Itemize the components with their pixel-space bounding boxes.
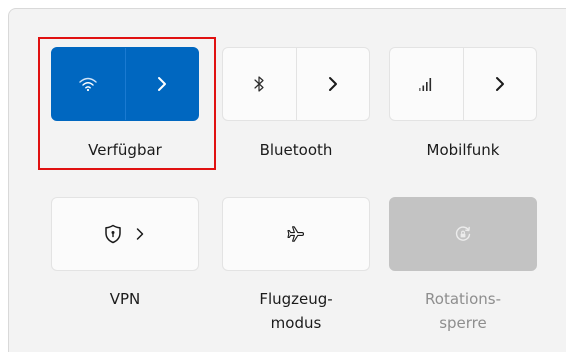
rotation-lock-icon xyxy=(455,226,471,241)
bluetooth-icon xyxy=(254,76,264,92)
rotation-lock-label-line1: Rotations- xyxy=(425,290,501,308)
chevron-right-icon xyxy=(328,77,337,91)
airplane-mode-label-line1: Flugzeug- xyxy=(259,290,333,308)
rotation-lock-tile xyxy=(389,197,537,271)
chevron-right-icon xyxy=(136,228,144,240)
mobile-tile[interactable] xyxy=(389,47,537,121)
mobile-toggle-button[interactable] xyxy=(390,48,463,120)
cellular-signal-icon xyxy=(419,78,432,91)
mobile-label: Mobilfunk xyxy=(426,141,500,159)
bluetooth-toggle-button[interactable] xyxy=(223,48,296,120)
rotation-lock-label-line2: sperre xyxy=(439,314,487,332)
rotation-lock-label: Rotations- sperre xyxy=(389,287,537,335)
chevron-right-icon xyxy=(495,77,504,91)
airplane-icon xyxy=(287,226,305,242)
bluetooth-label: Bluetooth xyxy=(259,141,333,159)
highlight-box xyxy=(38,37,216,170)
bluetooth-tile[interactable] xyxy=(222,47,370,121)
airplane-mode-label-line2: modus xyxy=(270,314,322,332)
mobile-expand-button[interactable] xyxy=(464,48,537,120)
vpn-tile[interactable] xyxy=(51,197,199,271)
shield-icon xyxy=(105,224,121,244)
airplane-mode-tile[interactable] xyxy=(222,197,370,271)
airplane-mode-label: Flugzeug- modus xyxy=(222,287,370,335)
vpn-label: VPN xyxy=(109,290,141,308)
bluetooth-expand-button[interactable] xyxy=(297,48,370,120)
